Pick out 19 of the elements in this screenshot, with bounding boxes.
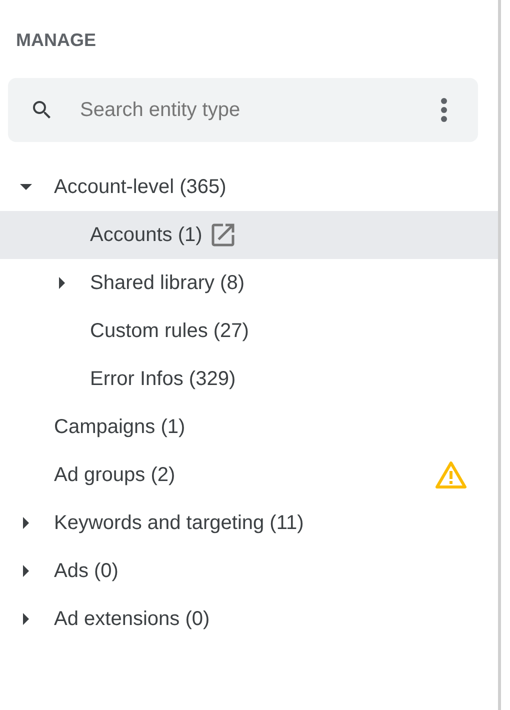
tree-item[interactable]: Account-level (365) (0, 163, 498, 211)
search-field[interactable]: Search entity type (80, 98, 440, 122)
more-options-icon[interactable] (440, 97, 448, 123)
tree-item[interactable]: Accounts (1) (0, 211, 498, 259)
tree-item[interactable]: Campaigns (1) (0, 403, 498, 451)
section-heading: MANAGE (15, 29, 97, 52)
search-bar[interactable]: Search entity type (8, 78, 478, 142)
tree-item[interactable]: Custom rules (27) (0, 307, 498, 355)
expand-arrow-icon[interactable] (56, 277, 68, 289)
tree-item[interactable]: Shared library (8) (0, 259, 498, 307)
tree-item[interactable]: Ads (0) (0, 547, 498, 595)
tree-item[interactable]: Error Infos (329) (0, 355, 498, 403)
expand-arrow-icon[interactable] (20, 565, 32, 577)
tree-item[interactable]: Ad extensions (0) (0, 595, 498, 643)
tree-item[interactable]: Keywords and targeting (11) (0, 499, 498, 547)
expand-arrow-icon[interactable] (20, 517, 32, 529)
expand-arrow-icon[interactable] (20, 613, 32, 625)
tree-item[interactable]: Ad groups (2) (0, 451, 498, 499)
collapse-arrow-icon[interactable] (20, 181, 32, 193)
